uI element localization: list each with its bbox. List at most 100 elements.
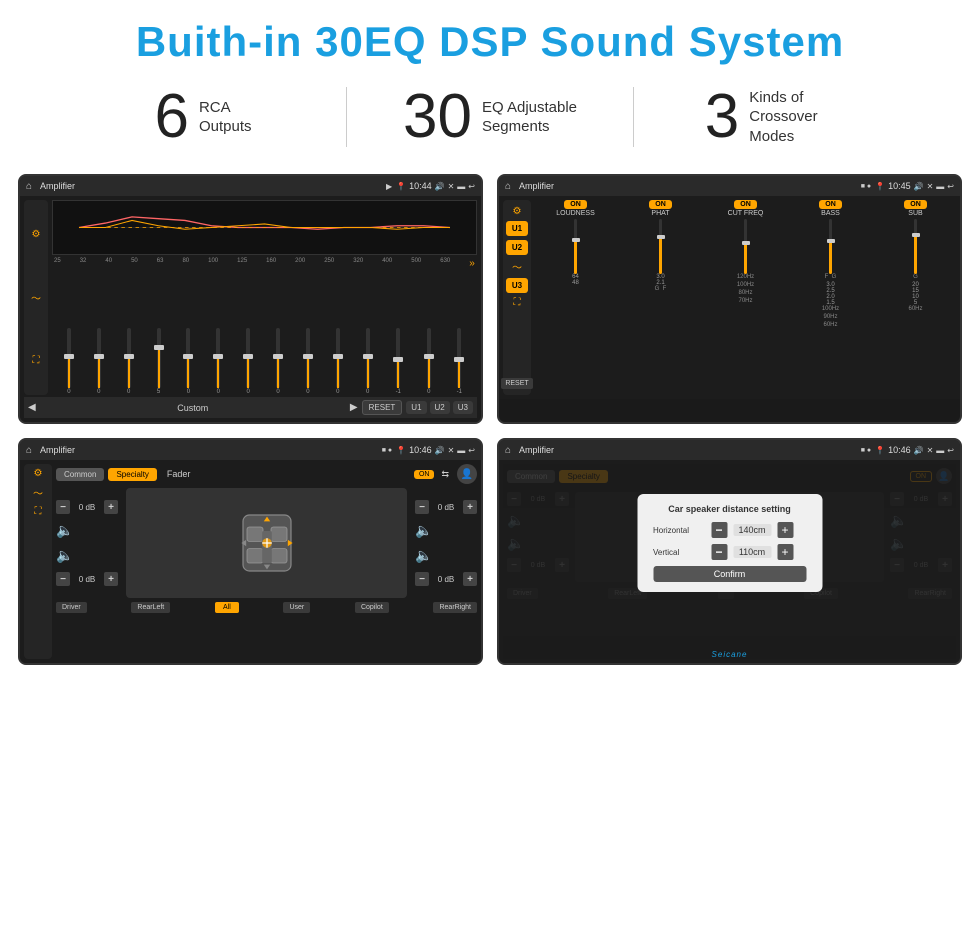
dist-tab-common: Common — [507, 470, 555, 483]
home-icon-amp[interactable]: ⌂ — [505, 181, 511, 192]
slider-14[interactable]: -1 — [457, 328, 462, 395]
slider-13[interactable]: 0 — [427, 328, 431, 395]
vol-minus-fr[interactable]: − — [415, 500, 429, 514]
fader-expand-icon[interactable]: ⛶ — [35, 506, 42, 517]
amp-reset-btn[interactable]: RESET — [501, 378, 532, 389]
slider-8[interactable]: 0 — [276, 328, 280, 395]
close-icon-fader[interactable]: ✕ — [448, 446, 455, 455]
slider-11[interactable]: 0 — [366, 328, 370, 395]
loudness-on-btn[interactable]: ON — [564, 200, 587, 209]
eq-sliders: 0 0 0 5 — [52, 271, 477, 395]
eq-content: ⚙ 〜 ⛶ 2532405063801001251602002 — [20, 196, 481, 422]
eq-prev-btn[interactable]: ◀ — [28, 402, 36, 413]
back-icon-dist[interactable]: ↩ — [947, 446, 954, 455]
eq-freq-labels: 253240506380100125160200250320400500630 … — [52, 258, 477, 269]
dist-tab-specialty: Specialty — [559, 470, 607, 483]
driver-btn[interactable]: Driver — [56, 602, 87, 613]
amp-tune-icon[interactable]: ⚙ — [513, 206, 522, 217]
fader-wave-icon[interactable]: 〜 — [33, 485, 43, 500]
vol-plus-fr[interactable]: + — [463, 500, 477, 514]
back-icon[interactable]: ↩ — [468, 182, 475, 191]
sub-label: SUB — [908, 210, 922, 217]
slider-7[interactable]: 0 — [246, 328, 250, 395]
volume-icon: 🔊 — [435, 182, 445, 191]
dist-on-label: ON — [910, 471, 933, 482]
fader-on-btn[interactable]: ON — [414, 470, 435, 479]
slider-2[interactable]: 0 — [97, 328, 101, 395]
status-icons-amp: 📍 10:45 🔊 ✕ ▬ ↩ — [875, 181, 954, 191]
eq-reset-btn[interactable]: RESET — [362, 400, 403, 415]
u2-select-btn[interactable]: U2 — [506, 240, 528, 255]
sub-letters: G — [913, 274, 918, 280]
all-btn[interactable]: All — [215, 602, 239, 613]
close-icon-amp[interactable]: ✕ — [927, 182, 934, 191]
eq-tune-icon[interactable]: ⚙ — [32, 229, 41, 240]
location-icon-dist: 📍 — [875, 446, 885, 455]
u3-select-btn[interactable]: U3 — [506, 278, 528, 293]
eq-u2-btn[interactable]: U2 — [430, 401, 450, 414]
vol-plus-rl[interactable]: + — [104, 572, 118, 586]
sub-freq1: 60Hz — [908, 306, 922, 312]
volume-icon-fader: 🔊 — [435, 446, 445, 455]
tab-common-fader[interactable]: Common — [56, 468, 104, 481]
slider-6[interactable]: 0 — [216, 328, 220, 395]
phat-on-btn[interactable]: ON — [649, 200, 672, 209]
speaker-rl-icon: 🔈 — [56, 547, 118, 564]
slider-10[interactable]: 0 — [336, 328, 340, 395]
horizontal-plus-btn[interactable]: + — [777, 522, 793, 538]
rear-right-btn[interactable]: RearRight — [433, 602, 477, 613]
vertical-minus-btn[interactable]: − — [711, 544, 727, 560]
user-btn[interactable]: User — [283, 602, 310, 613]
back-icon-amp[interactable]: ↩ — [947, 182, 954, 191]
rear-left-btn[interactable]: RearLeft — [131, 602, 170, 613]
cutfreq-on-btn[interactable]: ON — [734, 200, 757, 209]
home-icon-dist[interactable]: ⌂ — [505, 445, 511, 456]
eq-u3-btn[interactable]: U3 — [453, 401, 473, 414]
cutfreq-slider[interactable] — [744, 219, 747, 274]
eq-wave-icon[interactable]: 〜 — [31, 290, 41, 305]
slider-9[interactable]: 0 — [306, 328, 310, 395]
u1-select-btn[interactable]: U1 — [506, 221, 528, 236]
eq-next-btn[interactable]: ▶ — [350, 402, 358, 413]
copilot-btn[interactable]: Copilot — [355, 602, 389, 613]
fader-tune-icon[interactable]: ⚙ — [34, 468, 43, 479]
minimize-icon-fader[interactable]: ▬ — [457, 446, 465, 455]
home-icon-fader[interactable]: ⌂ — [26, 445, 32, 456]
slider-1[interactable]: 0 — [67, 328, 71, 395]
vol-minus-rr[interactable]: − — [415, 572, 429, 586]
amp-wave-icon[interactable]: 〜 — [512, 259, 522, 274]
vol-minus-rl[interactable]: − — [56, 572, 70, 586]
cutfreq-freq3: 80Hz — [738, 290, 752, 296]
minimize-icon-dist[interactable]: ▬ — [936, 446, 944, 455]
close-icon[interactable]: ✕ — [448, 182, 455, 191]
eq-u1-btn[interactable]: U1 — [406, 401, 426, 414]
home-icon[interactable]: ⌂ — [26, 181, 32, 192]
fader-bottom-row: Driver RearLeft All User Copilot RearRig… — [56, 602, 477, 613]
eq-expand-icon[interactable]: ⛶ — [33, 355, 40, 366]
slider-4[interactable]: 5 — [157, 328, 161, 395]
close-icon-dist[interactable]: ✕ — [927, 446, 934, 455]
phat-slider[interactable] — [659, 219, 662, 274]
slider-5[interactable]: 0 — [186, 328, 190, 395]
amp-expand-icon[interactable]: ⛶ — [514, 297, 521, 308]
horizontal-value: 140cm — [733, 524, 771, 536]
vol-plus-fl[interactable]: + — [104, 500, 118, 514]
loudness-slider[interactable] — [574, 219, 577, 274]
sub-slider[interactable] — [914, 219, 917, 274]
volume-icon-amp: 🔊 — [914, 182, 924, 191]
vol-plus-rr[interactable]: + — [463, 572, 477, 586]
slider-12[interactable]: -1 — [396, 328, 401, 395]
back-icon-fader[interactable]: ↩ — [468, 446, 475, 455]
confirm-button[interactable]: Confirm — [653, 566, 806, 582]
bass-slider[interactable] — [829, 219, 832, 274]
vertical-plus-btn[interactable]: + — [777, 544, 793, 560]
slider-3[interactable]: 0 — [127, 328, 131, 395]
sub-on-btn[interactable]: ON — [904, 200, 927, 209]
horizontal-minus-btn[interactable]: − — [711, 522, 727, 538]
fader-toggle-icon[interactable]: ⇆ — [441, 469, 449, 480]
minimize-icon[interactable]: ▬ — [457, 182, 465, 191]
vol-minus-fl[interactable]: − — [56, 500, 70, 514]
tab-specialty-fader[interactable]: Specialty — [108, 468, 156, 481]
bass-on-btn[interactable]: ON — [819, 200, 842, 209]
minimize-icon-amp[interactable]: ▬ — [936, 182, 944, 191]
